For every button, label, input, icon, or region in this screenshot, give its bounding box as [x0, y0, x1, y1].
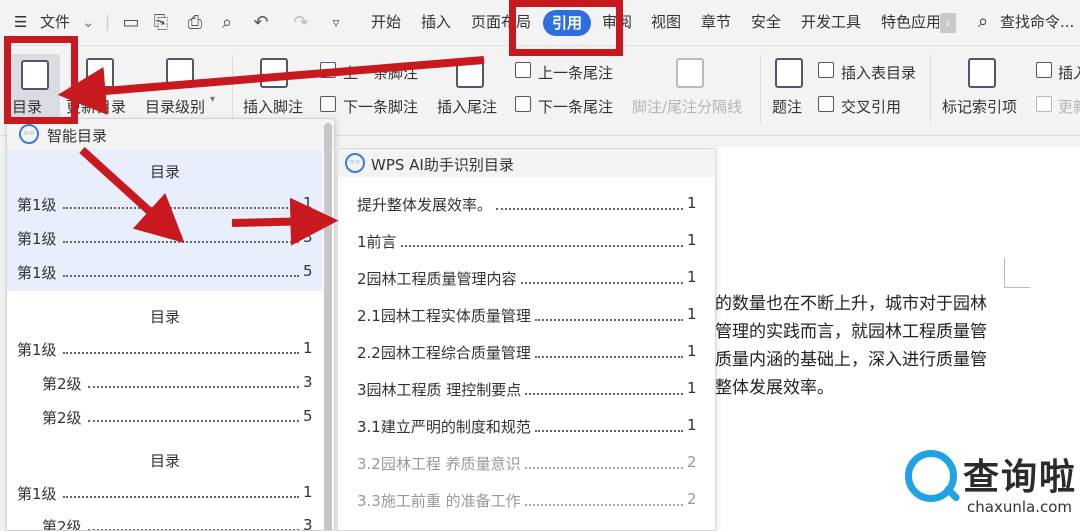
- watermark-cn: 查询啦: [963, 457, 1078, 498]
- annotation-arrow-down: [79, 147, 185, 244]
- watermark-en: chaxunla.com: [967, 498, 1072, 516]
- annotation-arrow-to-ai-panel: [231, 197, 339, 246]
- annotation-arrow-to-toc: [57, 56, 485, 115]
- watermark-logo: 查询啦 chaxunla.com: [905, 448, 1080, 531]
